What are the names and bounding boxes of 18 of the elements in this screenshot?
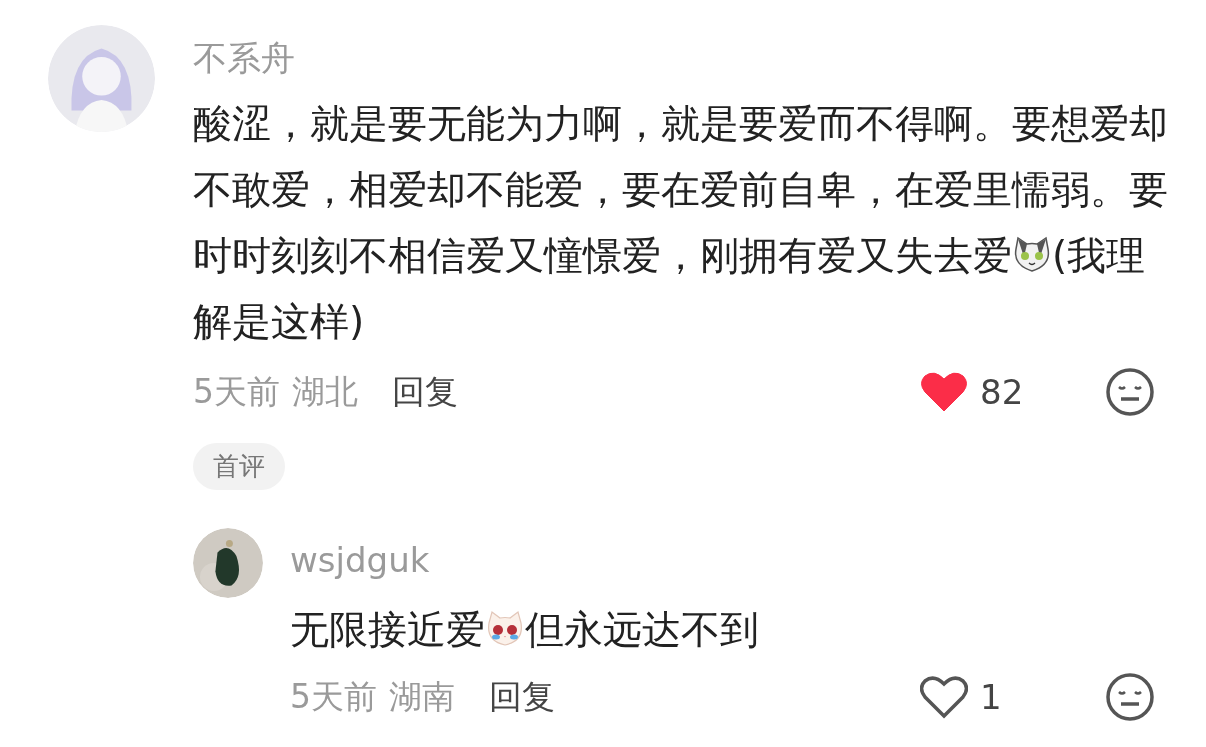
cat-emoji-icon xyxy=(1012,235,1052,275)
first-comment-tag: 首评 xyxy=(193,443,285,490)
crying-cat-icon xyxy=(485,609,525,649)
like-count: 82 xyxy=(980,372,1025,412)
comment-text: 酸涩，就是要无能为力啊，就是要爱而不得啊。要想爱却不敢爱，相爱却不能爱，要在爱前自卑，在爱里懦弱。要时时刻刻不相信爱又憧憬爱，刚拥有爱又失去爱 (我理解是这样) xyxy=(193,100,1168,346)
reply-button[interactable]: 回复 xyxy=(392,369,458,415)
comment-time: 5天前 xyxy=(290,675,377,718)
avatar xyxy=(193,528,263,598)
comment-text: 无限接近爱 但永远达不到 xyxy=(290,606,760,654)
reply-button[interactable]: 回复 xyxy=(489,674,555,720)
comment-location: 湖北 xyxy=(292,370,358,413)
comment-time: 5天前 xyxy=(193,370,280,413)
dislike-face-icon[interactable] xyxy=(1105,672,1155,722)
heart-icon[interactable] xyxy=(920,370,968,414)
heart-icon[interactable] xyxy=(920,675,968,719)
like-count: 1 xyxy=(980,677,1003,717)
comment-location: 湖南 xyxy=(389,675,455,718)
dislike-face-icon[interactable] xyxy=(1105,367,1155,417)
